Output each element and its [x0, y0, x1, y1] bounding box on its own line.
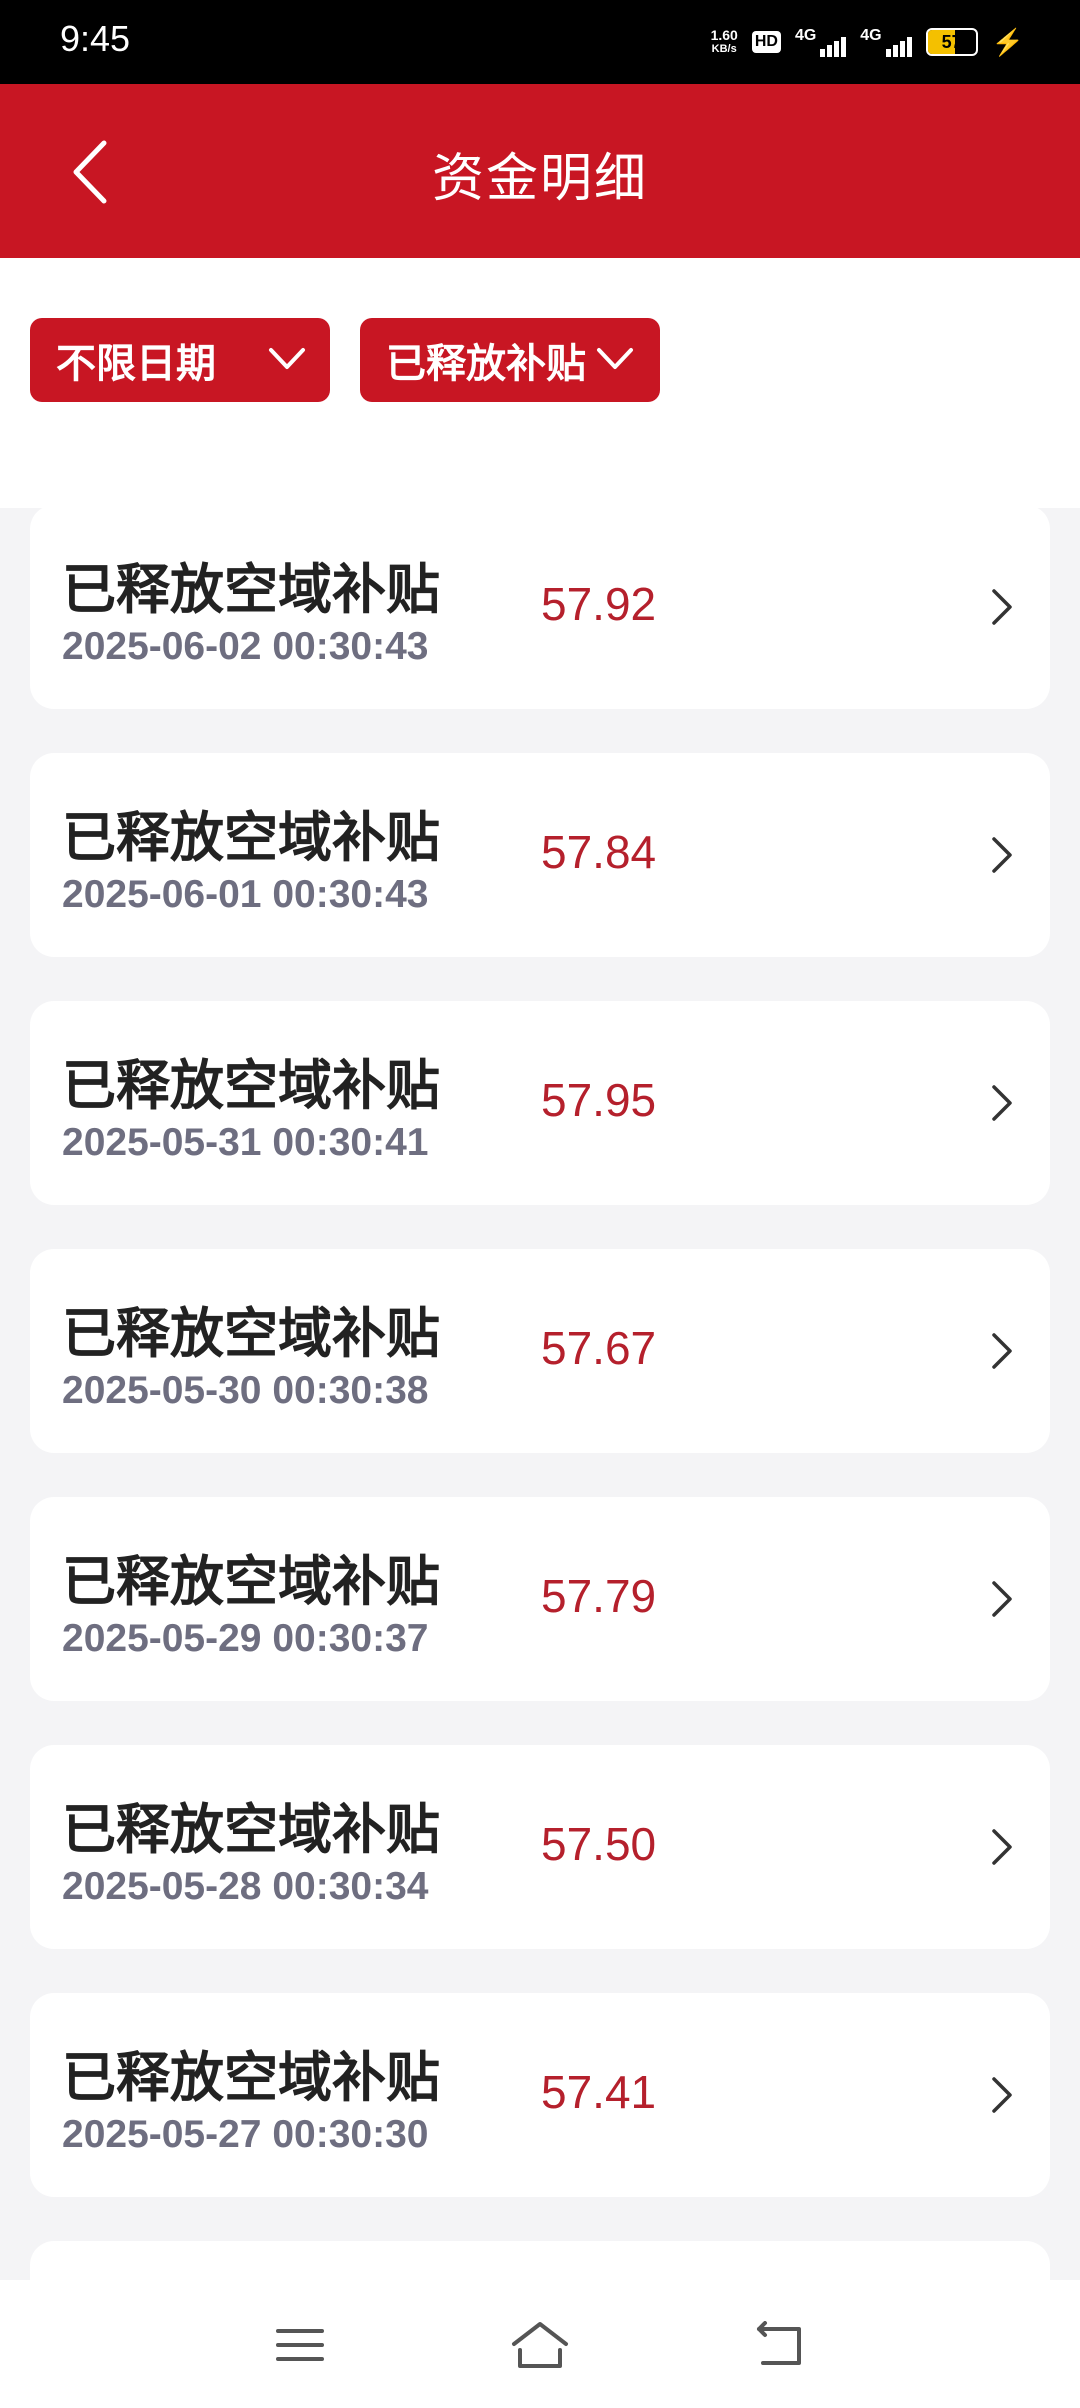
nav-back-button[interactable] [745, 2310, 815, 2380]
record-amount: 57.95 [541, 1074, 657, 1126]
battery-icon: 57 [925, 28, 978, 56]
type-filter-dropdown[interactable]: 已释放补贴 [360, 318, 660, 402]
nav-menu-button[interactable] [265, 2310, 335, 2380]
signal-sim1-icon: 4G [794, 27, 847, 57]
record-title: 已释放空域补贴 [62, 558, 440, 621]
nav-home-button[interactable] [505, 2310, 575, 2380]
status-bar: 9:45 1.60 KB/s HD 4G 4G 57 ⚡ [0, 0, 1080, 84]
record-time: 2025-06-01 00:30:43 [62, 873, 429, 916]
hd-voice-badge: HD [751, 31, 781, 53]
sim2-network-label: 4G [860, 27, 882, 44]
record-card[interactable]: 已释放空域补贴 2025-05-27 00:30:30 57.41 [30, 1993, 1050, 2197]
chevron-right-icon [992, 1333, 1012, 1369]
record-time: 2025-06-02 00:30:43 [62, 625, 429, 668]
record-title: 已释放空域补贴 [62, 1302, 440, 1365]
signal-sim2-icon: 4G [860, 27, 912, 57]
network-speed-unit: KB/s [711, 43, 737, 55]
back-icon [757, 2321, 801, 2365]
record-time: 2025-05-29 00:30:37 [62, 1617, 429, 1660]
sim1-network-label: 4G [794, 27, 817, 44]
status-time: 9:45 [60, 18, 131, 59]
chevron-right-icon [992, 2077, 1012, 2113]
chevron-right-icon [992, 837, 1012, 873]
network-speed: 1.60 KB/s [711, 28, 738, 56]
chevron-right-icon [992, 589, 1012, 625]
record-title: 已释放空域补贴 [62, 1054, 440, 1117]
record-time: 2025-05-27 00:30:30 [62, 2113, 429, 2156]
filter-bar: 不限日期 已释放补贴 [0, 258, 1080, 508]
system-navigation-bar [0, 2280, 1080, 2408]
record-amount: 57.84 [541, 826, 657, 878]
date-filter-dropdown[interactable]: 不限日期 [30, 318, 330, 402]
record-card[interactable]: 已释放空域补贴 2025-06-01 00:30:43 57.84 [30, 753, 1050, 957]
record-title: 已释放空域补贴 [62, 2046, 440, 2109]
network-speed-value: 1.60 [710, 27, 738, 43]
record-time: 2025-05-30 00:30:38 [62, 1369, 429, 1412]
record-amount: 57.67 [541, 1322, 657, 1374]
record-card[interactable]: 已释放空域补贴 2025-05-29 00:30:37 57.79 [30, 1497, 1050, 1701]
chevron-right-icon [992, 1581, 1012, 1617]
chevron-down-icon [597, 348, 633, 369]
record-time: 2025-05-31 00:30:41 [62, 1121, 429, 1164]
battery-level: 57 [941, 32, 962, 52]
type-filter-label: 已释放补贴 [386, 341, 586, 387]
fund-record-list: 已释放空域补贴 2025-06-02 00:30:43 57.92 已释放空域补… [30, 505, 1050, 2281]
record-card[interactable]: 已释放空域补贴 2025-05-28 00:30:34 57.50 [30, 1745, 1050, 1949]
app-header: 资金明细 [0, 84, 1080, 258]
chevron-right-icon [992, 1085, 1012, 1121]
record-amount: 57.41 [541, 2066, 657, 2118]
record-title: 已释放空域补贴 [62, 806, 440, 869]
page-title: 资金明细 [431, 149, 648, 209]
record-amount: 57.79 [541, 1570, 657, 1622]
status-indicators: 1.60 KB/s HD 4G 4G 57 ⚡ [711, 20, 1024, 64]
chevron-down-icon [269, 348, 305, 369]
date-filter-label: 不限日期 [56, 341, 216, 387]
record-amount: 57.92 [541, 578, 657, 630]
record-title: 已释放空域补贴 [62, 1798, 440, 1861]
record-card[interactable]: 已释放空域补贴 2025-05-30 00:30:38 57.67 [30, 1249, 1050, 1453]
record-card[interactable]: 已释放空域补贴 2025-05-31 00:30:41 57.95 [30, 1001, 1050, 1205]
record-card-partial[interactable] [30, 2241, 1050, 2281]
charging-bolt-icon: ⚡ [991, 26, 1024, 57]
record-card[interactable]: 已释放空域补贴 2025-06-02 00:30:43 57.92 [30, 505, 1050, 709]
menu-icon [276, 2329, 324, 2361]
chevron-right-icon [992, 1829, 1012, 1865]
record-title: 已释放空域补贴 [62, 1550, 440, 1613]
record-time: 2025-05-28 00:30:34 [62, 1865, 429, 1908]
record-amount: 57.50 [541, 1818, 657, 1870]
home-icon [512, 2322, 568, 2368]
